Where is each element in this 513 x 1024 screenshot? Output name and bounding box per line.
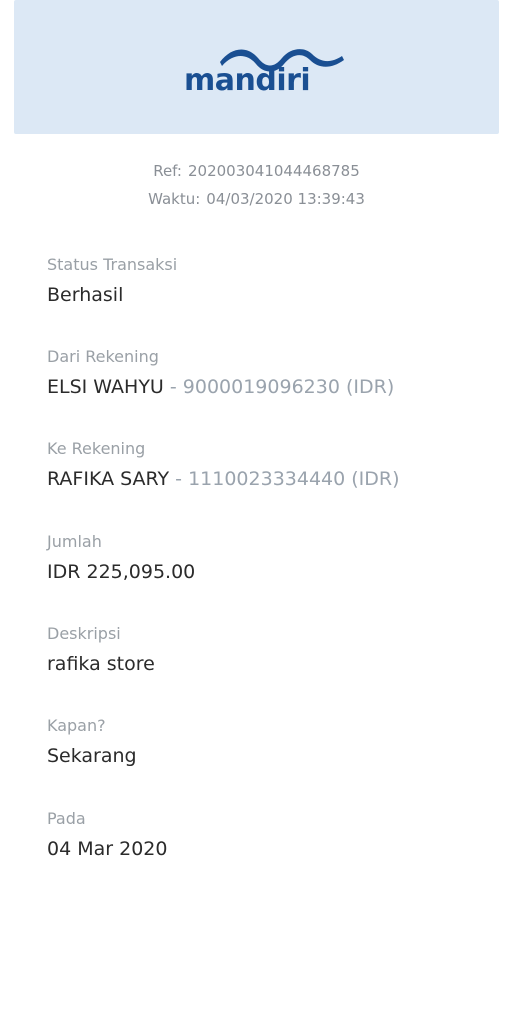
reference-line: Ref: 202003041044468785 — [0, 161, 513, 181]
ref-label: Ref: — [153, 162, 182, 180]
when-value: Sekarang — [47, 745, 137, 767]
description-field: Deskripsi rafika store — [47, 624, 487, 676]
from-account-name: ELSI WAHYU — [47, 376, 164, 398]
to-account-number: 1110023334440 (IDR) — [188, 468, 400, 490]
description-value: rafika store — [47, 653, 155, 675]
from-account-field: Dari Rekening ELSI WAHYU - 9000019096230… — [47, 347, 487, 399]
amount-label: Jumlah — [47, 532, 102, 551]
to-account-label: Ke Rekening — [47, 439, 146, 458]
time-label: Waktu: — [148, 190, 201, 208]
date-field: Pada 04 Mar 2020 — [47, 809, 487, 861]
when-label: Kapan? — [47, 716, 106, 735]
to-account-value: RAFIKA SARY - 1110023334440 (IDR) — [47, 467, 487, 491]
to-account-field: Ke Rekening RAFIKA SARY - 1110023334440 … — [47, 439, 487, 491]
description-label: Deskripsi — [47, 624, 121, 643]
from-account-value: ELSI WAHYU - 9000019096230 (IDR) — [47, 375, 487, 399]
from-account-number: 9000019096230 (IDR) — [182, 376, 395, 398]
time-value: 04/03/2020 13:39:43 — [206, 190, 365, 208]
brand-wordmark: mandiri — [184, 63, 311, 98]
time-line: Waktu: 04/03/2020 13:39:43 — [0, 189, 513, 209]
amount-field: Jumlah IDR 225,095.00 — [47, 532, 487, 584]
date-value: 04 Mar 2020 — [47, 838, 168, 860]
to-account-separator: - — [169, 468, 189, 490]
from-account-label: Dari Rekening — [47, 347, 159, 366]
when-field: Kapan? Sekarang — [47, 716, 487, 768]
from-account-separator: - — [163, 376, 183, 398]
date-label: Pada — [47, 809, 86, 828]
ref-value: 202003041044468785 — [187, 162, 360, 180]
mandiri-logo: mandiri — [170, 44, 350, 104]
status-value: Berhasil — [47, 284, 124, 306]
amount-value: IDR 225,095.00 — [47, 561, 196, 583]
status-label: Status Transaksi — [47, 255, 178, 274]
status-field: Status Transaksi Berhasil — [47, 255, 487, 307]
to-account-name: RAFIKA SARY — [47, 468, 170, 490]
header-banner: mandiri — [14, 0, 499, 134]
